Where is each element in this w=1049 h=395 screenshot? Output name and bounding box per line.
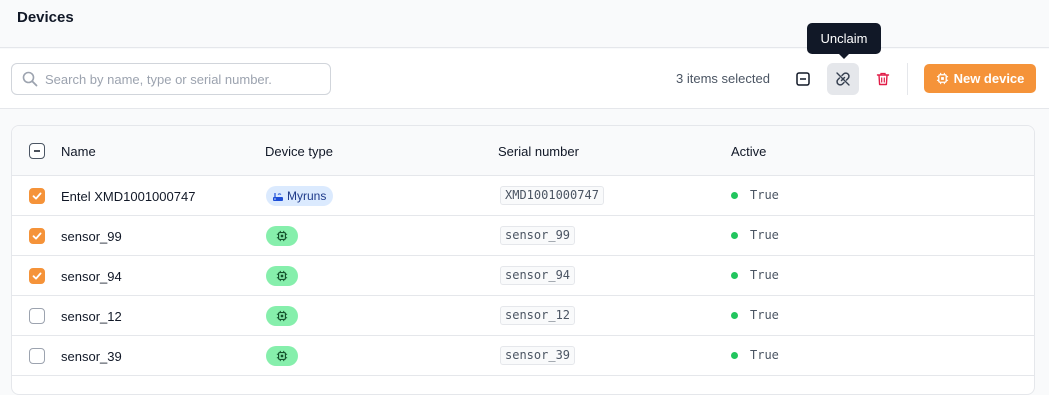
page-title: Devices	[17, 9, 74, 26]
chip-icon	[276, 270, 288, 282]
serial-number: XMD1001000747	[500, 186, 604, 205]
active-status-dot	[731, 272, 738, 279]
active-value: True	[750, 308, 779, 322]
active-value: True	[750, 348, 779, 362]
serial-number: sensor_12	[500, 306, 576, 325]
device-type-badge	[266, 226, 298, 246]
device-name[interactable]: sensor_94	[61, 269, 122, 284]
active-value: True	[750, 188, 779, 202]
device-type-badge	[266, 266, 298, 286]
minus-icon	[34, 150, 40, 152]
check-icon	[32, 272, 42, 280]
new-device-label: New device	[953, 71, 1025, 86]
device-type-label: Myruns	[287, 189, 327, 203]
unlink-icon	[836, 72, 850, 86]
active-value: True	[750, 228, 779, 242]
device-type-badge	[266, 306, 298, 326]
trash-icon	[876, 72, 890, 86]
column-header-device-type[interactable]: Device type	[265, 144, 333, 159]
column-header-serial-number[interactable]: Serial number	[498, 144, 579, 159]
chip-icon	[276, 310, 288, 322]
serial-number: sensor_94	[500, 266, 576, 285]
serial-number: sensor_39	[500, 346, 576, 365]
column-header-active[interactable]: Active	[731, 144, 766, 159]
search-icon	[22, 71, 38, 87]
unclaim-tooltip: Unclaim	[807, 23, 881, 59]
toolbar-divider	[907, 63, 908, 95]
serial-number: sensor_99	[500, 226, 576, 245]
minus-square-icon	[796, 72, 810, 86]
check-icon	[32, 232, 42, 240]
table-header: Name Device type Serial number Active	[12, 126, 1034, 176]
device-name[interactable]: sensor_39	[61, 349, 122, 364]
select-all-checkbox[interactable]	[29, 143, 45, 159]
new-device-button[interactable]: New device	[924, 64, 1036, 93]
row-checkbox[interactable]	[29, 228, 45, 244]
device-type-badge	[266, 346, 298, 366]
table-row[interactable]: sensor_12 sensor_12 True	[12, 296, 1034, 336]
delete-button[interactable]	[867, 63, 899, 95]
active-status-dot	[731, 232, 738, 239]
table-row[interactable]: sensor_94 sensor_94 True	[12, 256, 1034, 296]
device-name[interactable]: Entel XMD1001000747	[61, 189, 195, 204]
table-row[interactable]: sensor_39 sensor_39 True	[12, 336, 1034, 376]
table-row[interactable]: sensor_99 sensor_99 True	[12, 216, 1034, 256]
row-checkbox[interactable]	[29, 308, 45, 324]
chip-icon	[936, 72, 948, 85]
active-status-dot	[731, 312, 738, 319]
search-box[interactable]	[11, 63, 331, 95]
row-checkbox[interactable]	[29, 348, 45, 364]
check-icon	[32, 192, 42, 200]
active-status-dot	[731, 352, 738, 359]
table-row[interactable]: Entel XMD1001000747 Myruns XMD1001000747 Tr…	[12, 176, 1034, 216]
row-checkbox[interactable]	[29, 268, 45, 284]
router-icon	[273, 193, 283, 201]
chip-icon	[276, 350, 288, 362]
column-header-name[interactable]: Name	[61, 144, 96, 159]
search-input[interactable]	[45, 64, 325, 94]
row-checkbox[interactable]	[29, 188, 45, 204]
active-value: True	[750, 268, 779, 282]
page-header: Devices	[0, 0, 1049, 48]
toolbar: 3 items selected New device	[0, 49, 1049, 109]
device-type-badge: Myruns	[266, 186, 334, 206]
device-name[interactable]: sensor_99	[61, 229, 122, 244]
deselect-all-button[interactable]	[787, 63, 819, 95]
chip-icon	[276, 230, 288, 242]
active-status-dot	[731, 192, 738, 199]
devices-table: Name Device type Serial number Active En…	[11, 125, 1035, 395]
unclaim-button[interactable]	[827, 63, 859, 95]
selected-count: 3 items selected	[676, 71, 770, 86]
device-name[interactable]: sensor_12	[61, 309, 122, 324]
